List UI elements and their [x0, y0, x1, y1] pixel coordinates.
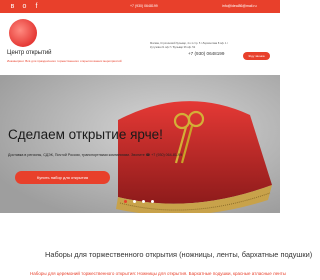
facebook-icon[interactable]: f — [32, 2, 41, 11]
logo[interactable] — [9, 19, 37, 47]
address-text: Москва, Строгинский бульвар, 4 к.1 стр. … — [150, 42, 228, 49]
hero-subtitle: Доставка в регионы, СДЭК, Почтой России,… — [8, 153, 183, 157]
slider-dot[interactable] — [151, 200, 154, 203]
callback-button[interactable]: Жду звонка — [243, 52, 270, 60]
buy-set-button[interactable]: Купить набор для открытия — [15, 171, 110, 184]
section-intro: Наборы для церемоний торжественного откр… — [30, 271, 286, 276]
top-email-link[interactable]: info@ideal86@mail.ru — [222, 2, 257, 11]
hero-image — [0, 75, 280, 213]
top-phone-link[interactable]: +7 (930) 0648199 — [130, 2, 158, 11]
hero-slider: Сделаем открытие ярче! Доставка в регион… — [0, 75, 280, 213]
odnoklassniki-icon[interactable]: о — [20, 2, 29, 11]
top-bar: в о f +7 (930) 0648199 info@ideal86@mail… — [0, 0, 280, 13]
slider-dot[interactable] — [124, 200, 127, 203]
social-links: в о f — [8, 2, 41, 11]
cushion-shape — [116, 101, 272, 213]
section-title: Наборы для торжественного открытия (ножн… — [45, 250, 313, 259]
hero-title: Сделаем открытие ярче! — [8, 127, 163, 142]
slider-dot[interactable] — [142, 200, 145, 203]
slider-dots — [124, 200, 154, 203]
site-header: Центр открытий Инжиниринг. Всё для празд… — [0, 13, 280, 75]
header-phone[interactable]: +7 (930) 0648199 — [188, 51, 224, 56]
vk-icon[interactable]: в — [8, 2, 17, 11]
site-title[interactable]: Центр открытий — [7, 50, 52, 56]
site-subtitle: Инжиниринг. Всё для праздничного торжест… — [7, 59, 122, 63]
slider-dot[interactable] — [133, 200, 136, 203]
